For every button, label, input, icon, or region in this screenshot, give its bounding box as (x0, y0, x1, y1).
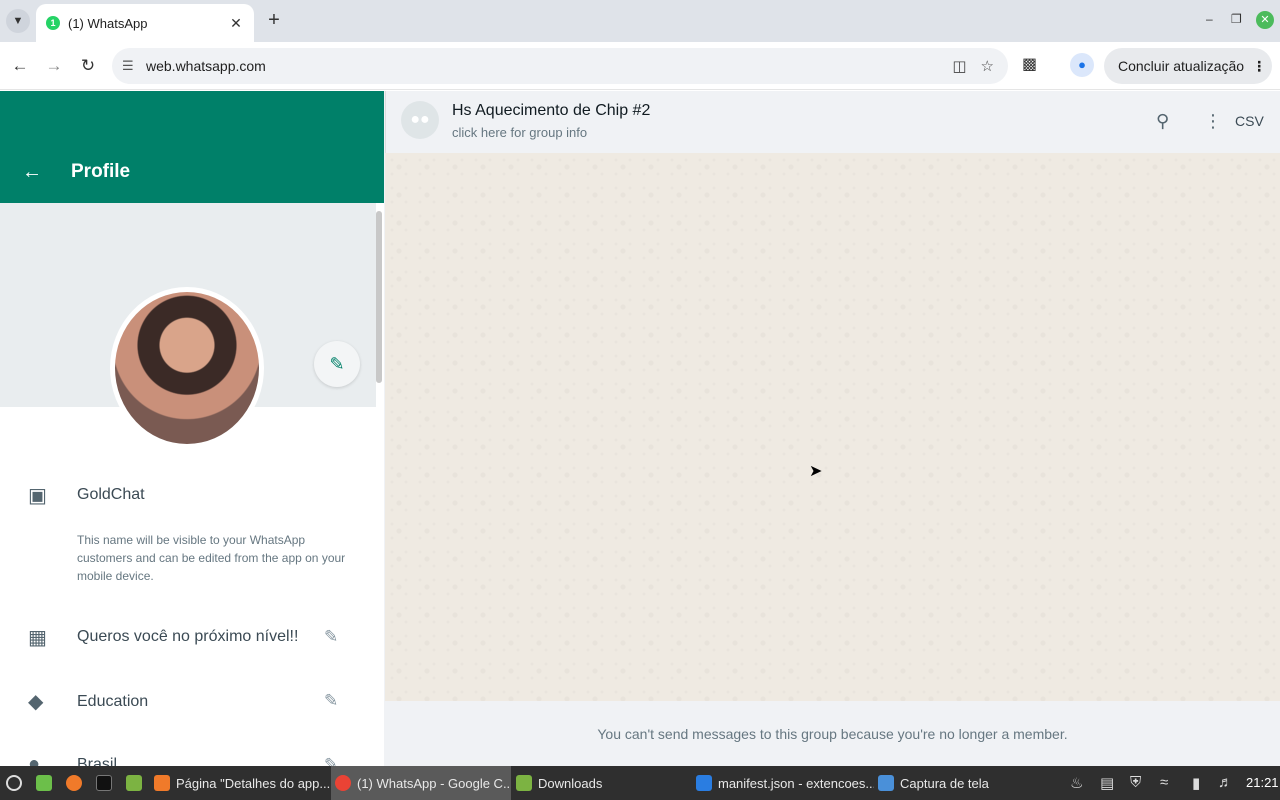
address-bar[interactable]: ☰ web.whatsapp.com ◫ ☆ (112, 48, 1008, 84)
not-member-notice: You can't send messages to this group be… (597, 725, 1068, 742)
clock[interactable]: 21:21 (1246, 775, 1279, 790)
site-settings-icon[interactable]: ☰ (122, 58, 140, 74)
show-desktop-icon[interactable] (32, 766, 60, 800)
minimize-icon[interactable]: – (1206, 12, 1213, 26)
browser-tab-strip: ▼ (1) WhatsApp ✕ + – ❐ ✕ (0, 0, 1280, 42)
group-info-hint: click here for group info (452, 125, 588, 140)
window-close-icon[interactable]: ✕ (1256, 11, 1274, 29)
volume-icon[interactable]: ♬ (1218, 774, 1233, 791)
battery-icon[interactable]: ▮ (1192, 774, 1200, 792)
store-icon: ▦ (28, 627, 47, 649)
taskbar-item-label: Página "Detalhes do app... (176, 775, 330, 791)
clipboard-icon[interactable]: ▤ (1100, 774, 1114, 792)
edit-cover-icon[interactable]: ✎ (314, 341, 360, 387)
update-button-label: Concluir atualização (1118, 58, 1245, 74)
mouse-cursor-icon: ➤ (809, 463, 823, 480)
business-category: Education (77, 693, 149, 710)
bookmark-star-icon[interactable]: ☆ (981, 57, 994, 75)
contact-card-icon: ▣ (28, 485, 47, 507)
url-text: web.whatsapp.com (146, 58, 266, 74)
taskbar-item-label: manifest.json - extencoes... (718, 775, 874, 791)
whatsapp-app: ← Profile ✎ ▣ GoldChat This name will be… (0, 91, 1280, 766)
csv-button[interactable]: CSV (1235, 113, 1264, 129)
notifications-icon[interactable]: ♨ (1070, 774, 1083, 792)
reload-icon[interactable]: ↻ (76, 54, 100, 78)
firefox-icon[interactable] (62, 766, 90, 800)
profile-panel: ← Profile ✎ ▣ GoldChat This name will be… (0, 91, 384, 766)
install-app-icon[interactable]: ◫ (952, 57, 966, 75)
taskbar-item-details-page[interactable]: Página "Detalhes do app... (150, 766, 330, 800)
forward-icon[interactable]: → (42, 54, 66, 78)
edit-location-icon[interactable]: ✎ (324, 755, 338, 766)
back-icon[interactable]: ← (8, 54, 32, 78)
chat-footer: You can't send messages to this group be… (385, 701, 1280, 766)
tab-search-icon[interactable]: ▼ (6, 9, 30, 33)
taskbar-item-whatsapp[interactable]: (1) WhatsApp - Google C... (331, 766, 511, 800)
wifi-icon[interactable]: ≈ (1160, 774, 1168, 791)
profile-avatar-icon[interactable]: ● (1070, 53, 1094, 77)
tab-close-icon[interactable]: ✕ (228, 15, 244, 32)
taskbar-item-downloads[interactable]: Downloads (512, 766, 692, 800)
group-name: Hs Aquecimento de Chip #2 (452, 102, 651, 119)
back-arrow-icon[interactable]: ← (22, 161, 42, 184)
taskbar: Página "Detalhes do app... (1) WhatsApp … (0, 766, 1280, 800)
business-description: Queros você no próximo nível!! (77, 628, 299, 645)
new-tab-icon[interactable]: + (262, 9, 286, 33)
terminal-icon[interactable] (92, 766, 120, 800)
maximize-icon[interactable]: ❐ (1231, 12, 1242, 26)
business-location: Brasil (77, 756, 118, 766)
tab-title: (1) WhatsApp (68, 15, 148, 31)
update-button[interactable]: Concluir atualização ⋮ (1104, 48, 1272, 84)
chat-header[interactable]: ●● Hs Aquecimento de Chip #2 click here … (385, 91, 1280, 153)
edit-description-icon[interactable]: ✎ (324, 627, 338, 647)
taskbar-item-label: Downloads (538, 775, 603, 791)
taskbar-item-vscode[interactable]: manifest.json - extencoes... (692, 766, 874, 800)
extensions-icon[interactable]: ▩ (1022, 54, 1037, 74)
menu-dots-icon[interactable]: ⋮ (1252, 58, 1266, 75)
start-menu-icon[interactable] (2, 766, 32, 800)
name-note: This name will be visible to your WhatsA… (77, 533, 346, 583)
files-icon[interactable] (122, 766, 150, 800)
profile-title: Profile (71, 161, 131, 182)
edit-category-icon[interactable]: ✎ (324, 691, 338, 711)
chat-messages-area[interactable] (385, 153, 1280, 701)
chat-pane: ●● Hs Aquecimento de Chip #2 click here … (385, 91, 1280, 766)
browser-tab-whatsapp[interactable]: (1) WhatsApp ✕ (36, 4, 254, 42)
group-avatar-icon[interactable]: ●● (401, 101, 439, 139)
profile-name: GoldChat (77, 486, 145, 503)
whatsapp-favicon-icon (46, 16, 60, 30)
profile-header: ← Profile (0, 91, 384, 203)
menu-dots-icon[interactable]: ⋮ (1204, 111, 1222, 132)
search-icon[interactable]: ⚲ (1156, 111, 1169, 132)
panel-scrollbar[interactable] (376, 211, 382, 383)
shield-icon[interactable]: ⛨ (1130, 774, 1141, 791)
location-pin-icon: ● (28, 753, 41, 766)
taskbar-item-screenshot[interactable]: Captura de tela (874, 766, 1054, 800)
taskbar-item-label: Captura de tela (900, 775, 989, 791)
profile-avatar[interactable] (110, 287, 264, 449)
taskbar-item-label: (1) WhatsApp - Google C... (357, 775, 511, 791)
tag-icon: ◆ (28, 691, 44, 713)
browser-toolbar: ← → ↻ ☰ web.whatsapp.com ◫ ☆ ▩ ● Conclui… (0, 42, 1280, 90)
